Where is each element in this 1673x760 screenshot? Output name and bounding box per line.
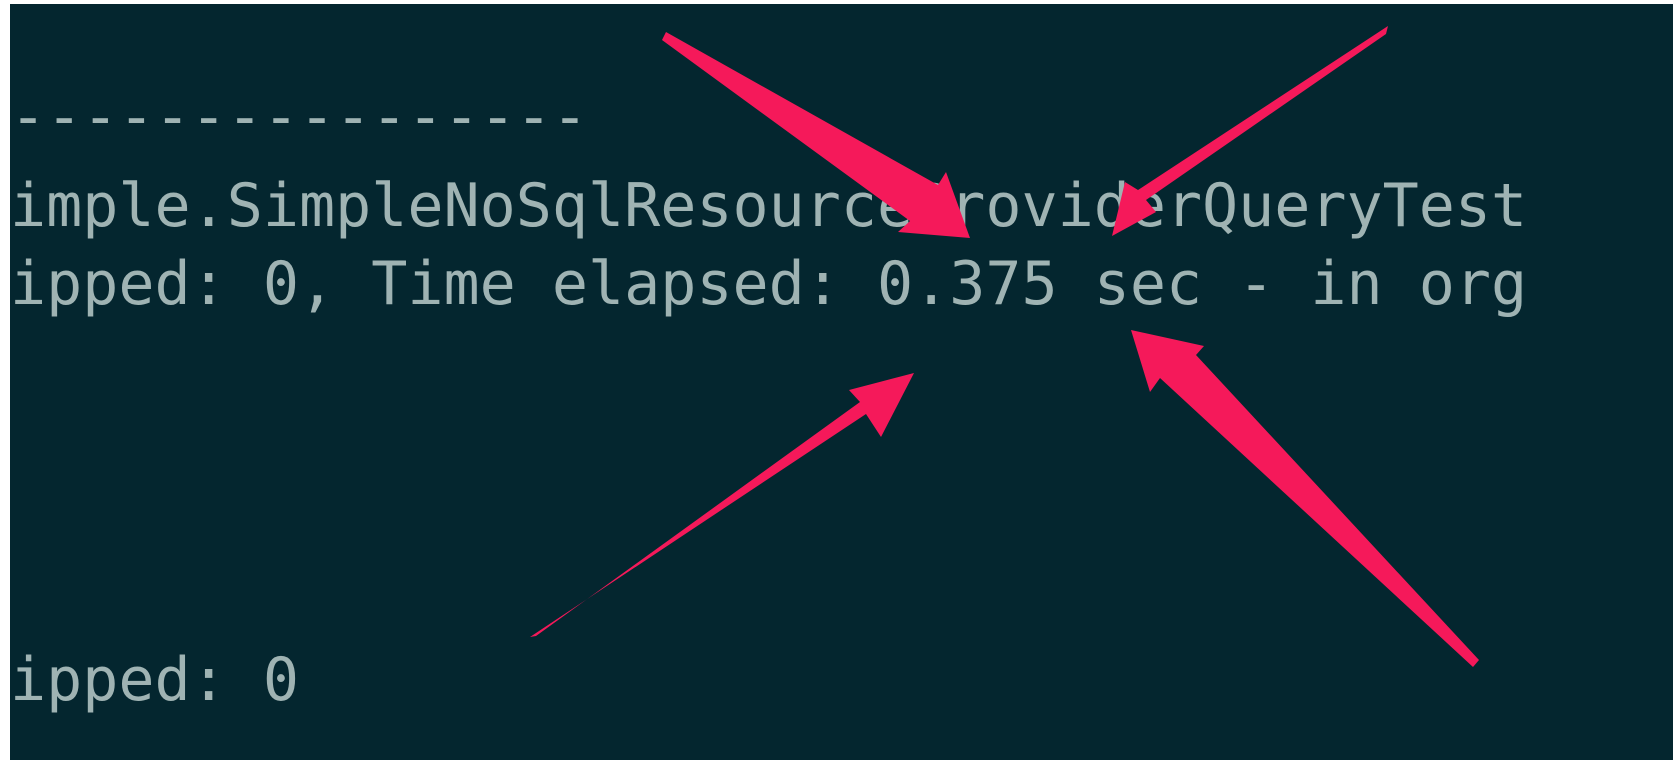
test-class-line: imple.SimpleNoSqlResourceProviderQueryTe…	[10, 171, 1528, 241]
test-result-line: ipped: 0, Time elapsed: 0.375 sec - in o…	[10, 249, 1528, 319]
separator-line: ----------------	[10, 82, 588, 152]
summary-line: ipped: 0	[10, 645, 299, 715]
terminal-window: ---------------- imple.SimpleNoSqlResour…	[10, 4, 1673, 760]
